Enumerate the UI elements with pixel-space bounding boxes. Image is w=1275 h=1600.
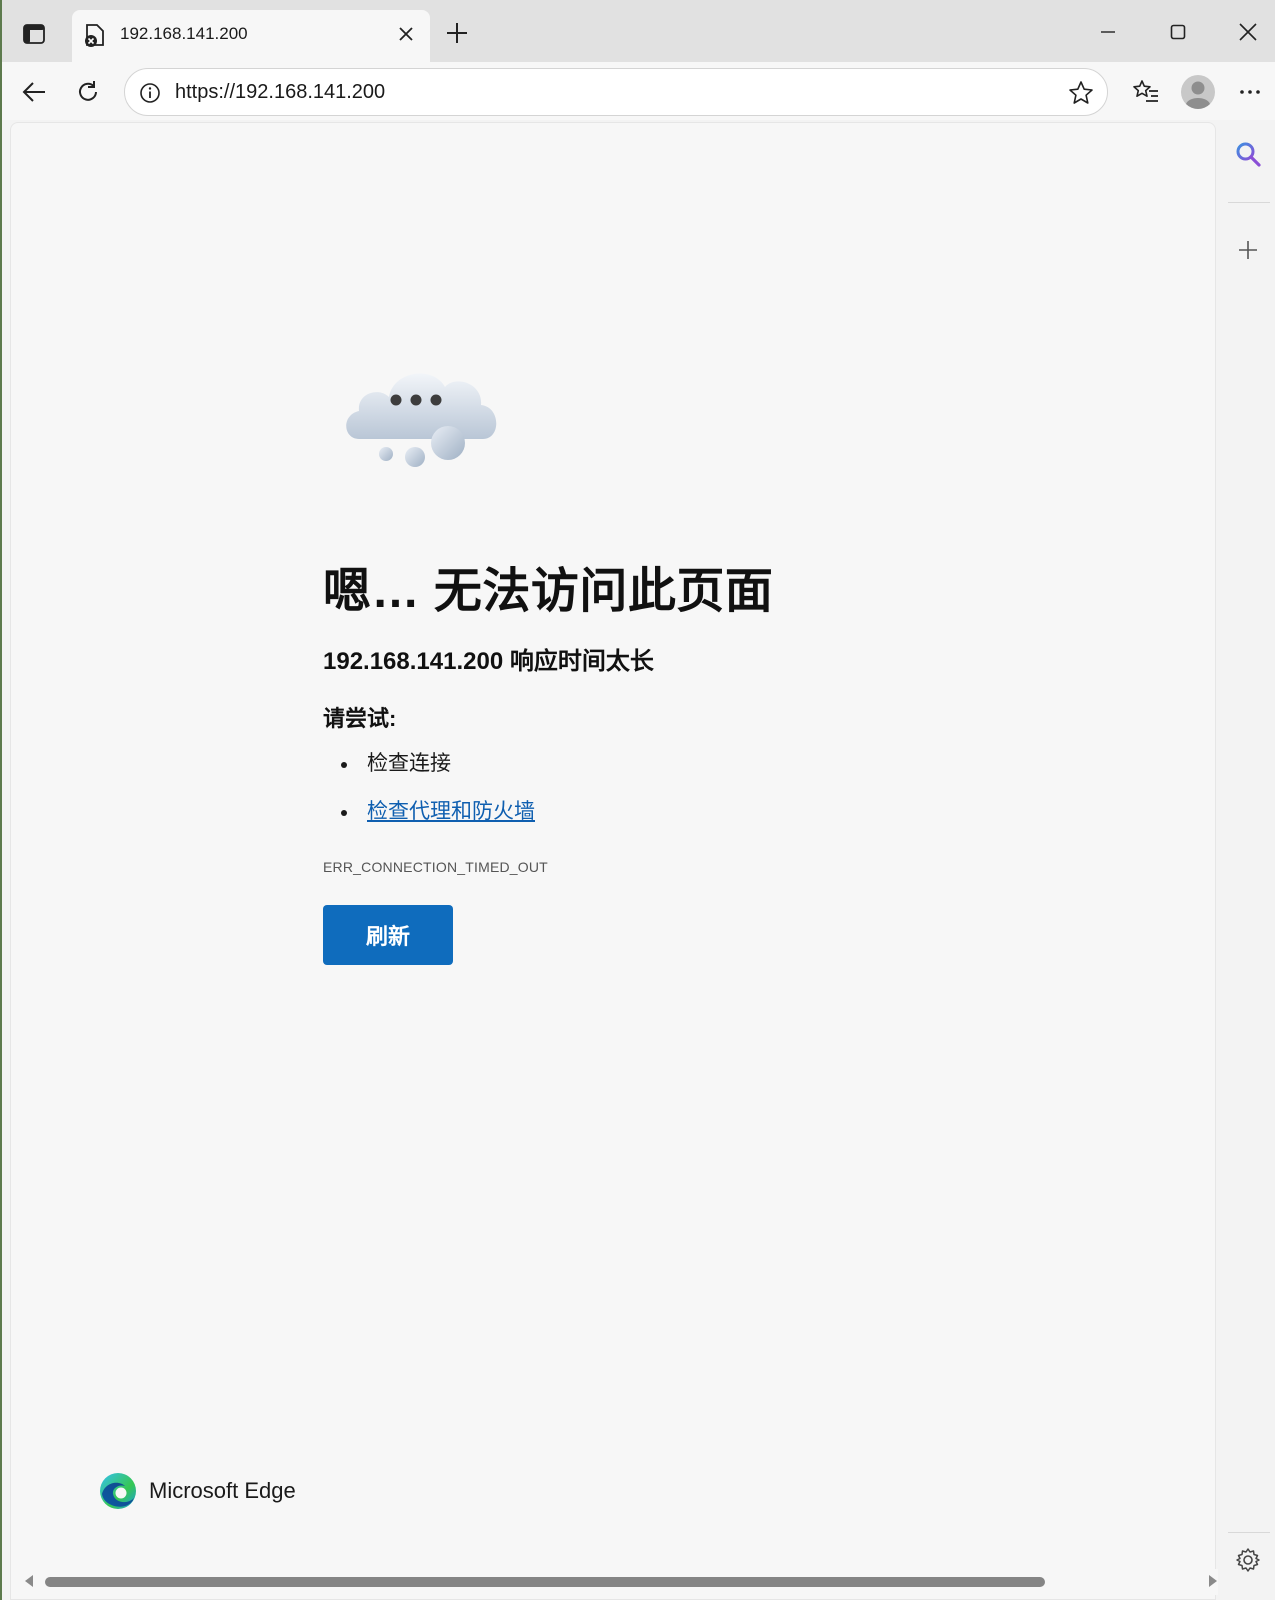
profile-icon	[1181, 75, 1215, 109]
active-tab[interactable]: 192.168.141.200	[72, 10, 430, 62]
close-icon	[399, 27, 413, 41]
back-icon	[22, 82, 45, 102]
maximize-icon	[1170, 24, 1186, 40]
browser-window: 192.168.141.200 https://192.168.141.200 …	[0, 0, 1275, 1600]
scroll-left-arrow-icon[interactable]	[25, 1575, 33, 1587]
site-info-button[interactable]	[137, 80, 163, 106]
maximize-button[interactable]	[1158, 14, 1198, 50]
refresh-button[interactable]: 刷新	[323, 905, 453, 965]
try-label: 请尝试:	[323, 706, 397, 731]
minimize-button[interactable]	[1088, 14, 1128, 50]
plus-icon	[1239, 241, 1257, 259]
toolbar: https://192.168.141.200	[2, 62, 1275, 120]
check-proxy-firewall-link[interactable]: 检查代理和防火墙	[367, 800, 535, 823]
scrollbar-thumb[interactable]	[45, 1577, 1045, 1587]
brand-name: Microsoft Edge	[149, 1478, 296, 1503]
new-tab-button[interactable]	[440, 16, 474, 50]
plus-icon	[447, 23, 467, 43]
add-favorite-button[interactable]	[1067, 79, 1095, 107]
list-item: 检查代理和防火墙	[323, 797, 535, 845]
more-icon	[1240, 90, 1260, 94]
info-icon	[140, 83, 160, 103]
search-icon	[1236, 142, 1261, 167]
favorites-icon	[1133, 80, 1158, 102]
error-code: ERR_CONNECTION_TIMED_OUT	[323, 859, 548, 875]
cloud-icon	[346, 373, 497, 467]
window-close-icon	[1239, 23, 1257, 41]
sidebar-settings-button[interactable]	[1228, 1540, 1268, 1580]
horizontal-scrollbar[interactable]	[19, 1569, 1225, 1595]
sidebar-divider	[1228, 202, 1270, 203]
reload-button[interactable]	[68, 72, 108, 112]
suggestion-check-connection: 检查连接	[367, 752, 451, 775]
sidebar-search-button[interactable]	[1228, 134, 1268, 174]
url-text[interactable]: https://192.168.141.200	[175, 81, 385, 104]
star-icon	[1069, 81, 1093, 104]
profile-button[interactable]	[1178, 72, 1218, 112]
tab-actions-icon	[23, 24, 45, 44]
back-button[interactable]	[14, 72, 54, 112]
more-button[interactable]	[1230, 72, 1270, 112]
reload-icon	[79, 81, 97, 101]
edge-logo-icon	[100, 1473, 136, 1509]
window-close-button[interactable]	[1228, 14, 1268, 50]
page-title: 嗯… 无法访问此页面	[323, 565, 774, 618]
right-sidebar	[1218, 122, 1275, 1600]
error-favicon-icon	[85, 24, 104, 47]
sidebar-add-button[interactable]	[1228, 230, 1268, 270]
scroll-right-arrow-icon[interactable]	[1209, 1575, 1217, 1587]
tab-close-button[interactable]	[394, 22, 418, 46]
tab-strip: 192.168.141.200	[2, 0, 1275, 62]
suggestion-list: 检查连接 检查代理和防火墙	[323, 749, 535, 845]
error-subtitle: 192.168.141.200 响应时间太长	[323, 648, 654, 675]
settings-icon	[1236, 1548, 1260, 1572]
page-content: 嗯… 无法访问此页面 192.168.141.200 响应时间太长 请尝试: 检…	[10, 122, 1225, 1600]
minimize-icon	[1101, 31, 1115, 33]
address-bar[interactable]: https://192.168.141.200	[124, 68, 1108, 116]
tab-title: 192.168.141.200	[120, 24, 248, 43]
brand: Microsoft Edge	[99, 1471, 296, 1511]
sidebar-divider	[1228, 1532, 1270, 1533]
list-item: 检查连接	[323, 749, 535, 797]
tab-actions-button[interactable]	[16, 18, 52, 50]
favorites-button[interactable]	[1126, 72, 1166, 112]
